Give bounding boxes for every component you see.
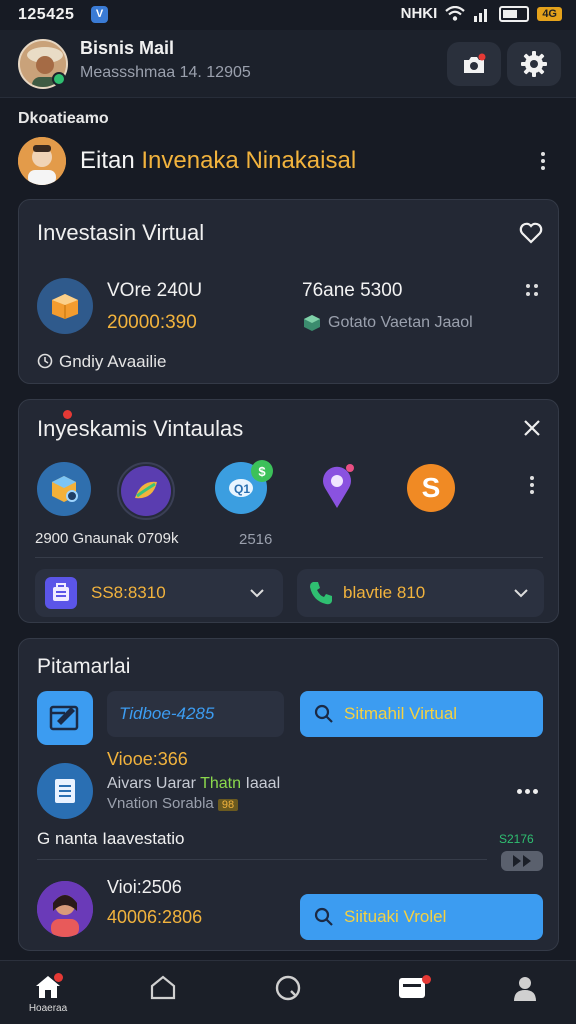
item-title: Viooe:366 [107, 749, 188, 769]
user-icon [514, 977, 536, 1001]
box-icon [37, 278, 93, 334]
nav-profile[interactable] [495, 973, 555, 1019]
code-input-value: Tidboe-4285 [119, 704, 215, 723]
more-vertical-icon[interactable] [529, 476, 535, 494]
featured-avatar [18, 137, 66, 185]
more-vertical-icon[interactable] [540, 152, 546, 170]
status-carrier: NHKI [400, 5, 438, 22]
item-line-2: Vnation Sorabla 98 [107, 795, 239, 812]
featured-title: Eitan Invenaka Ninakaisal [80, 147, 356, 175]
status-bar: 125425 V NHKI 4G [0, 0, 576, 30]
row-label: G nanta Iaavestatio [37, 829, 185, 848]
heart-icon[interactable] [519, 222, 543, 244]
camera-notification-icon [464, 53, 486, 73]
signal-icon [474, 8, 488, 22]
platform-card: Pitamarlai Tidboe-4285 Sitmahil Virtual … [18, 638, 559, 951]
item-line-1: Aivars Uarar Thatn Iaaal [107, 775, 281, 792]
section-label: Dkoatieamo [18, 110, 109, 127]
document-icon [37, 763, 93, 819]
svg-text:Q1: Q1 [234, 482, 250, 496]
search-icon [275, 975, 301, 1001]
app-header: Bisnis Mail Meassshmaa 14. 12905 [0, 30, 576, 98]
investment-card: Investasin Virtual VOre 240U 20000:390 7… [18, 199, 559, 384]
phone-value: blavtie 810 [343, 583, 426, 602]
notification-dot [54, 973, 63, 982]
bottom-title: Vioi:2506 [107, 877, 182, 897]
status-time: 125425 [18, 6, 75, 23]
map-pin-icon[interactable] [317, 462, 357, 510]
virtual-investments-card: Inyeskamis Vintaulas Q1 $ S 2900 Gnaunak… [18, 399, 559, 623]
notification-dot [422, 975, 431, 984]
search-icon [314, 907, 333, 926]
secondary-action-label: Siituaki Vrolel [344, 907, 447, 926]
leaf-asset-icon[interactable] [117, 462, 175, 520]
battery-icon [499, 5, 530, 22]
divider [37, 859, 487, 860]
settings-button[interactable] [507, 42, 561, 86]
more-horizontal-icon[interactable] [517, 789, 538, 794]
network-pill: 4G [537, 6, 562, 21]
secondary-action-button[interactable]: Siituaki Vrolel [300, 894, 543, 940]
code-input[interactable]: Tidboe-4285 [107, 691, 284, 737]
divider [35, 557, 543, 558]
bag-icon [45, 577, 77, 609]
close-icon[interactable] [522, 418, 542, 438]
chevron-down-icon [250, 589, 264, 598]
primary-action-label: Sitmahil Virtual [344, 704, 458, 723]
forward-toggle-icon[interactable] [501, 851, 543, 871]
status-badge: V [91, 6, 108, 23]
assets-count: 2516 [239, 531, 273, 548]
nav-home-label: Hoaeraa [28, 1003, 68, 1014]
right-asset-subtitle: Gotato Vaetan Jaaol [328, 314, 473, 331]
nav-home[interactable]: Hoaeraa [18, 973, 78, 1019]
bottom-nav: Hoaeraa [0, 960, 576, 1024]
wallet-value: SS8:8310 [91, 583, 166, 602]
nav-house[interactable] [133, 973, 193, 1019]
left-asset-value: 20000:390 [107, 312, 197, 333]
wifi-icon [445, 5, 466, 21]
status-indicators: NHKI 4G [401, 5, 562, 22]
availability-text: Gndiy Avaailie [59, 352, 167, 371]
featured-title-highlight: Invenaka Ninakaisal [141, 147, 357, 174]
profile-name: Bisnis Mail [80, 38, 175, 58]
cube-icon [304, 315, 320, 331]
nav-search[interactable] [258, 973, 318, 1019]
primary-action-button[interactable]: Sitmahil Virtual [300, 691, 543, 737]
right-asset-title: 76ane 5300 [302, 280, 403, 301]
phone-icon [310, 582, 332, 605]
person-icon [18, 137, 66, 185]
cube-asset-icon[interactable] [37, 462, 91, 516]
chevron-down-icon [514, 589, 528, 598]
bottom-value: 40006:2806 [107, 907, 203, 927]
featured-title-prefix: Eitan [80, 147, 135, 174]
row-value: S2176 [499, 832, 534, 846]
grid-dots-icon[interactable] [525, 283, 539, 297]
wallet-select[interactable]: SS8:8310 [35, 569, 283, 617]
phone-select[interactable]: blavtie 810 [297, 569, 544, 617]
featured-row[interactable]: Eitan Invenaka Ninakaisal [18, 135, 558, 185]
camera-button[interactable] [447, 42, 501, 86]
item-badge: 98 [217, 799, 239, 811]
online-indicator [52, 72, 66, 86]
folder-edit-icon[interactable] [37, 691, 93, 745]
dollar-badge-icon: $ [251, 460, 273, 482]
card-title: Inyeskamis Vintaulas [37, 416, 244, 441]
card-title: Pitamarlai [37, 655, 131, 678]
s-coin-icon[interactable]: S [407, 464, 455, 512]
profile-subtitle: Meassshmaa 14. 12905 [80, 64, 251, 81]
left-asset-title: VOre 240U [107, 280, 203, 301]
user-avatar [37, 881, 93, 937]
gear-icon [521, 51, 547, 77]
nav-inbox[interactable] [382, 973, 442, 1019]
house-outline-icon [150, 975, 176, 1000]
clock-icon [37, 353, 53, 369]
search-icon [314, 704, 333, 723]
card-title: Investasin Virtual [37, 220, 205, 245]
assets-caption: 2900 Gnaunak 0709k [35, 530, 179, 547]
